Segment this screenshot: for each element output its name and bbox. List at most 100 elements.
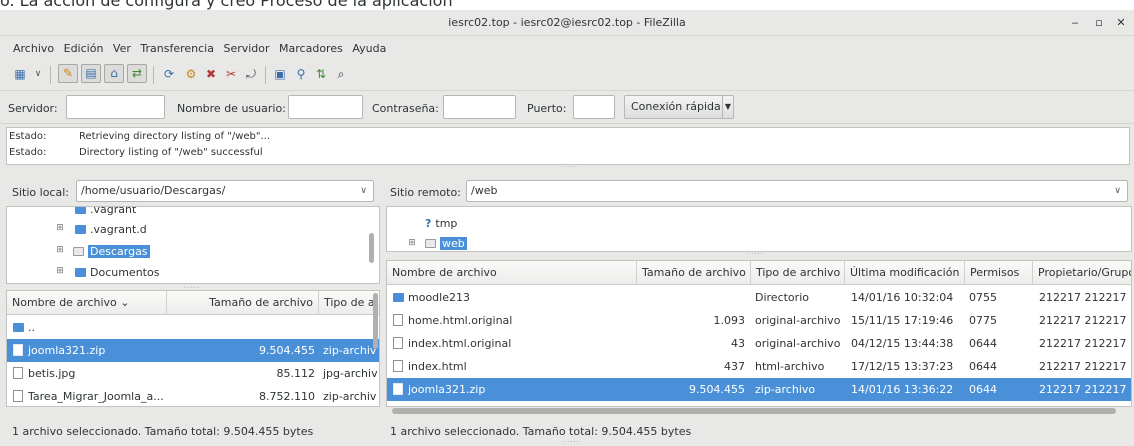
tree-item-descargas[interactable]: Descargas	[73, 243, 150, 260]
table-row[interactable]: moodle213 Directorio 14/01/16 10:32:04 0…	[387, 286, 1131, 309]
local-col-size[interactable]: Tamaño de archivo	[167, 291, 319, 315]
remote-col-type[interactable]: Tipo de archivo	[751, 261, 845, 285]
menu-transferencia[interactable]: Transferencia	[137, 38, 217, 55]
expand-icon[interactable]: ⊞	[55, 245, 65, 255]
file-icon	[393, 383, 403, 395]
remote-path-combo[interactable]: /web ∨	[466, 180, 1128, 202]
local-list-header: Nombre de archivo ⌄ Tamaño de archivo Ti…	[7, 291, 379, 315]
folder-icon	[75, 207, 86, 214]
remote-list-hscrollbar[interactable]	[392, 408, 1116, 414]
menu-archivo[interactable]: Archivo	[10, 38, 57, 55]
local-file-list: Nombre de archivo ⌄ Tamaño de archivo Ti…	[6, 290, 380, 407]
file-icon	[393, 337, 403, 349]
refresh-icon[interactable]: ⟳	[161, 66, 177, 82]
cancel-operation-icon[interactable]: ✖	[203, 66, 219, 82]
password-input[interactable]	[443, 95, 516, 119]
remote-status-text: 1 archivo seleccionado. Tamaño total: 9.…	[390, 425, 692, 438]
file-icon	[13, 390, 23, 402]
search-icon[interactable]: ⌕	[333, 66, 349, 82]
local-site-label: Sitio local:	[12, 186, 69, 199]
table-row[interactable]: joomla321.zip 9.504.455 zip-archivo 14/0…	[387, 378, 1131, 401]
log-line: Estado: Retrieving directory listing of "…	[9, 131, 271, 142]
local-list-scrollbar[interactable]	[373, 293, 378, 349]
title-bar: iesrc02.top - iesrc02@iesrc02.top - File…	[0, 10, 1134, 36]
expand-icon[interactable]: ⊞	[407, 238, 417, 248]
quickconnect-bar: Servidor: Nombre de usuario: Contraseña:…	[0, 90, 1134, 124]
port-input[interactable]	[573, 95, 615, 119]
table-row[interactable]: index.html.original 43 original-archivo …	[387, 332, 1131, 355]
background-window-text: o. La acción dé configurá y creó Proceso…	[0, 0, 453, 10]
user-label: Nombre de usuario:	[177, 102, 286, 115]
local-tree-scrollbar[interactable]	[369, 233, 374, 263]
maximize-button[interactable]: ▫	[1090, 15, 1108, 31]
remote-file-list: Nombre de archivo Tamaño de archivo Tipo…	[386, 260, 1132, 407]
tree-item-documentos[interactable]: Documentos	[75, 264, 159, 281]
local-path-combo[interactable]: /home/usuario/Descargas/ ∨	[76, 180, 374, 202]
toggle-log-icon[interactable]: ✎	[58, 64, 78, 83]
tree-item-vagrant-d[interactable]: .vagrant.d	[75, 221, 147, 238]
host-label: Servidor:	[8, 102, 58, 115]
remote-site-label: Sitio remoto:	[390, 186, 461, 199]
local-status-text: 1 archivo seleccionado. Tamaño total: 9.…	[12, 425, 314, 438]
remote-col-modified[interactable]: Última modificación ⌃	[845, 261, 965, 285]
remote-col-perms[interactable]: Permisos	[965, 261, 1033, 285]
remote-col-owner[interactable]: Propietario/Grupo	[1033, 261, 1131, 285]
tree-item-web[interactable]: web	[425, 235, 467, 251]
remote-col-size[interactable]: Tamaño de archivo	[637, 261, 751, 285]
toggle-queue-icon[interactable]: ⇄	[127, 64, 147, 83]
expand-icon[interactable]: ⊞	[55, 266, 65, 276]
host-input[interactable]	[66, 95, 165, 119]
background-window-strip: o. La acción dé configurá y creó Proceso…	[0, 0, 1134, 10]
menu-ver[interactable]: Ver	[110, 38, 134, 55]
tree-item-tmp[interactable]: ? tmp	[425, 215, 457, 232]
toolbar: ▦ ∨ ✎ ▤ ⌂ ⇄ ⟳ ⚙ ✖ ✂ ⤾ ▣ ⚲ ⇅ ⌕	[6, 62, 1126, 88]
remote-col-name[interactable]: Nombre de archivo	[387, 261, 637, 285]
compare-dirs-icon[interactable]: ⚲	[293, 66, 309, 82]
table-row[interactable]: ..	[7, 316, 379, 339]
local-tree: .vagrant ⊞ .vagrant.d ⊞ Descargas ⊞ Docu…	[6, 206, 380, 284]
local-col-type[interactable]: Tipo de a	[319, 291, 379, 315]
table-row[interactable]: home.html.original 1.093 original-archiv…	[387, 309, 1131, 332]
log-splitter-grip[interactable]: ·····	[562, 163, 578, 171]
menu-marcadores[interactable]: Marcadores	[276, 38, 346, 55]
table-row[interactable]: betis.jpg 85.112 jpg-archiv	[7, 362, 379, 385]
sync-browse-icon[interactable]: ⇅	[313, 66, 329, 82]
open-folder-icon	[73, 247, 84, 256]
table-row[interactable]: joomla321.zip 9.504.455 zip-archiv	[7, 339, 379, 362]
filter-icon[interactable]: ▣	[272, 66, 288, 82]
menu-bar: Archivo Edición Ver Transferencia Servid…	[0, 38, 1134, 60]
user-input[interactable]	[288, 95, 363, 119]
port-label: Puerto:	[527, 102, 567, 115]
site-manager-icon[interactable]: ▦	[12, 66, 28, 82]
menu-servidor[interactable]: Servidor	[220, 38, 272, 55]
disconnect-icon[interactable]: ✂	[223, 66, 239, 82]
tree-item-vagrant[interactable]: .vagrant	[75, 207, 136, 218]
minimize-button[interactable]: ‒	[1066, 15, 1084, 31]
close-button[interactable]: ✕	[1112, 15, 1130, 31]
message-log: Estado: Retrieving directory listing of "…	[6, 127, 1130, 165]
local-path-value: /home/usuario/Descargas/	[81, 184, 226, 197]
toggle-remote-tree-icon[interactable]: ⌂	[104, 64, 124, 83]
table-row[interactable]: Tarea_Migrar_Joomla_a... 8.752.110 zip-a…	[7, 385, 379, 406]
local-col-name[interactable]: Nombre de archivo ⌄	[7, 291, 167, 315]
reconnect-icon[interactable]: ⤾	[243, 66, 259, 82]
remote-splitter-grip[interactable]: ·····	[748, 250, 764, 258]
local-pane: Sitio local: /home/usuario/Descargas/ ∨ …	[0, 172, 383, 446]
menu-ayuda[interactable]: Ayuda	[349, 38, 389, 55]
folder-icon	[75, 268, 86, 277]
toggle-local-tree-icon[interactable]: ▤	[81, 64, 101, 83]
process-queue-icon[interactable]: ⚙	[183, 66, 199, 82]
chevron-down-icon: ∨	[360, 186, 367, 196]
table-row[interactable]: index.html 437 html-archivo 17/12/15 13:…	[387, 355, 1131, 378]
log-line: Estado: Directory listing of "/web" succe…	[9, 147, 263, 158]
folder-icon	[13, 323, 24, 332]
unknown-folder-icon: ?	[425, 217, 432, 230]
quickconnect-button[interactable]: Conexión rápida	[624, 95, 728, 119]
remote-list-header: Nombre de archivo Tamaño de archivo Tipo…	[387, 261, 1131, 285]
quickconnect-dropdown-icon[interactable]: ▼	[722, 95, 734, 119]
expand-icon[interactable]: ⊞	[55, 223, 65, 233]
menu-edicion[interactable]: Edición	[61, 38, 107, 55]
password-label: Contraseña:	[372, 102, 439, 115]
status-splitter-grip[interactable]: ·····	[564, 438, 580, 446]
site-manager-dropdown-icon[interactable]: ∨	[30, 66, 46, 82]
